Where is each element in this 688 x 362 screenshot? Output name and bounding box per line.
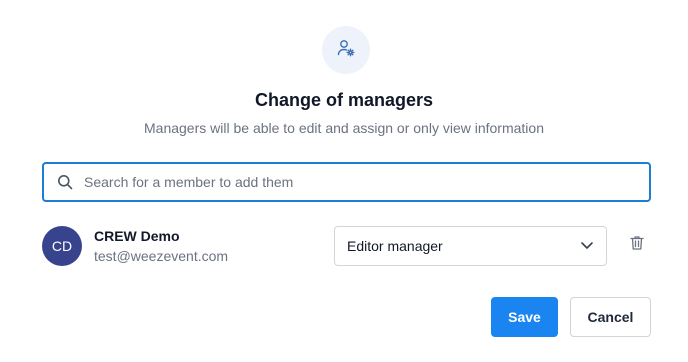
save-button[interactable]: Save bbox=[491, 297, 558, 337]
role-select[interactable]: Editor manager bbox=[334, 226, 607, 266]
member-name: CREW Demo bbox=[94, 228, 180, 244]
header-icon-circle bbox=[322, 26, 370, 74]
chevron-down-icon bbox=[580, 238, 594, 255]
dialog-title: Change of managers bbox=[254, 90, 434, 110]
member-search-input[interactable] bbox=[84, 174, 624, 190]
remove-member-button[interactable] bbox=[628, 235, 646, 256]
trash-icon bbox=[630, 235, 644, 256]
member-search-box[interactable] bbox=[42, 162, 651, 202]
dialog-subtitle: Managers will be able to edit and assign… bbox=[144, 120, 544, 136]
cancel-button[interactable]: Cancel bbox=[570, 297, 651, 337]
member-email: test@weezevent.com bbox=[94, 248, 229, 264]
avatar: CD bbox=[42, 226, 82, 266]
user-gear-icon bbox=[336, 38, 356, 63]
role-select-value: Editor manager bbox=[347, 238, 443, 254]
search-icon bbox=[56, 173, 74, 191]
